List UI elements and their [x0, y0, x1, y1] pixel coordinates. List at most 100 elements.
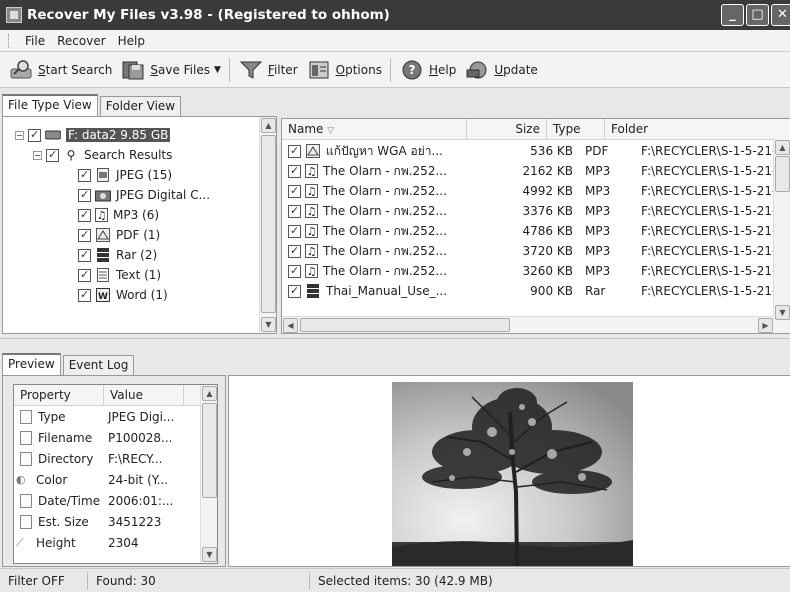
tree-item-text[interactable]: Text (1)	[3, 265, 259, 285]
tree-item-label: Text (1)	[116, 268, 162, 282]
minimize-button[interactable]: _	[721, 4, 744, 26]
scroll-down-icon[interactable]: ▼	[202, 547, 217, 562]
file-row[interactable]: ♫ The Olarn - กพ.252... 3376 KB MP3 F:\RE…	[282, 201, 790, 221]
row-checkbox[interactable]	[288, 184, 301, 198]
save-files-button[interactable]: Save Files ▼	[116, 54, 225, 86]
file-row[interactable]: ♫ The Olarn - กพ.252... 4786 KB MP3 F:\RE…	[282, 221, 790, 241]
tree-checkbox[interactable]	[78, 168, 91, 182]
tree-checkbox[interactable]	[46, 148, 59, 162]
file-folder: F:\RECYCLER\S-1-5-21-1	[641, 164, 788, 178]
scroll-up-icon[interactable]: ▲	[775, 140, 790, 155]
properties-header: Property Value	[14, 385, 217, 406]
help-button[interactable]: ? Help	[395, 54, 460, 86]
tree-checkbox[interactable]	[78, 268, 91, 282]
row-checkbox[interactable]	[288, 144, 301, 158]
tree-checkbox[interactable]	[28, 128, 41, 142]
scroll-thumb[interactable]	[261, 135, 276, 313]
property-row[interactable]: Date/Time 2006:01:...	[14, 490, 217, 511]
column-header-value[interactable]: Value	[104, 385, 184, 405]
pane-splitter[interactable]	[0, 338, 790, 346]
start-search-button[interactable]: Start Search	[4, 54, 116, 86]
column-header-size[interactable]: Size	[467, 119, 547, 139]
tree-checkbox[interactable]	[78, 248, 91, 262]
file-row[interactable]: แก้ปัญหา WGA อย่า... 536 KB PDF F:\RECYC…	[282, 141, 790, 161]
maximize-button[interactable]: □	[746, 4, 769, 26]
row-checkbox[interactable]	[288, 224, 301, 238]
collapse-icon[interactable]: −	[33, 150, 42, 160]
row-checkbox[interactable]	[288, 284, 301, 298]
tree-item-pdf[interactable]: PDF (1)	[3, 225, 259, 245]
collapse-icon[interactable]: −	[15, 130, 24, 140]
column-header-folder[interactable]: Folder	[605, 119, 790, 139]
tree-item-word[interactable]: W Word (1)	[3, 285, 259, 305]
tree-item-jpeg[interactable]: JPEG (15)	[3, 165, 259, 185]
tree-label-search-results: Search Results	[84, 148, 173, 162]
scroll-up-icon[interactable]: ▲	[202, 386, 217, 401]
scroll-down-icon[interactable]: ▼	[261, 317, 276, 332]
filter-button[interactable]: Filter	[234, 54, 302, 86]
tab-preview[interactable]: Preview	[2, 353, 61, 375]
scroll-thumb[interactable]	[300, 318, 510, 332]
menu-recover[interactable]: Recover	[51, 34, 112, 48]
file-size: 900 KB	[530, 284, 573, 298]
property-row[interactable]: Filename P100028...	[14, 427, 217, 448]
close-button[interactable]: ✕	[771, 4, 790, 26]
tree-item-jpeg-digital[interactable]: JPEG Digital C...	[3, 185, 259, 205]
tree-vertical-scrollbar[interactable]: ▲ ▼	[259, 117, 276, 333]
file-row[interactable]: ♫ The Olarn - กพ.252... 3720 KB MP3 F:\RE…	[282, 241, 790, 261]
menu-file[interactable]: File	[19, 34, 51, 48]
tree-item-mp3[interactable]: ♫ MP3 (6)	[3, 205, 259, 225]
scroll-left-icon[interactable]: ◀	[283, 318, 298, 333]
file-type: Rar	[585, 284, 606, 298]
save-files-icon	[120, 58, 146, 82]
column-header-type[interactable]: Type	[547, 119, 605, 139]
scroll-right-icon[interactable]: ▶	[758, 318, 773, 333]
row-checkbox[interactable]	[288, 204, 301, 218]
file-size: 2162 KB	[522, 164, 573, 178]
file-name: แก้ปัญหา WGA อย่า...	[326, 143, 443, 158]
properties-vertical-scrollbar[interactable]: ▲ ▼	[200, 385, 217, 563]
column-header-property[interactable]: Property	[14, 385, 104, 405]
music-note-icon: ♫	[305, 184, 318, 198]
tree-checkbox[interactable]	[78, 208, 91, 222]
tree-checkbox[interactable]	[78, 288, 91, 302]
property-row[interactable]: Directory F:\RECY...	[14, 448, 217, 469]
music-note-icon: ♫	[305, 204, 318, 218]
file-size: 4992 KB	[522, 184, 573, 198]
tab-event-log[interactable]: Event Log	[62, 355, 135, 375]
property-row[interactable]: Est. Size 3451223	[14, 511, 217, 532]
scroll-thumb[interactable]	[202, 403, 217, 498]
property-key: Date/Time	[38, 493, 101, 508]
property-row[interactable]: Type JPEG Digi...	[14, 406, 217, 427]
row-checkbox[interactable]	[288, 264, 301, 278]
left-view-tabs: File Type View Folder View	[2, 94, 183, 116]
row-checkbox[interactable]	[288, 164, 301, 178]
scroll-thumb[interactable]	[775, 156, 790, 192]
tab-folder-view[interactable]: Folder View	[99, 96, 182, 116]
file-list-horizontal-scrollbar[interactable]: ◀ ▶	[282, 316, 774, 333]
file-list-vertical-scrollbar[interactable]: ▲ ▼	[773, 139, 790, 333]
property-row[interactable]: ⟋ Height 2304	[14, 532, 217, 553]
help-label: Help	[428, 62, 457, 77]
tab-file-type-view[interactable]: File Type View	[2, 94, 98, 116]
tree-item-drive[interactable]: − F: data2 9.85 GB	[3, 125, 259, 145]
menu-help[interactable]: Help	[112, 34, 151, 48]
property-value: 3451223	[108, 514, 162, 529]
chevron-down-icon[interactable]: ▼	[214, 65, 221, 75]
file-row[interactable]: Thai_Manual_Use_... 900 KB Rar F:\RECYCL…	[282, 281, 790, 301]
scroll-up-icon[interactable]: ▲	[261, 118, 276, 133]
tree-checkbox[interactable]	[78, 188, 91, 202]
update-button[interactable]: Update	[460, 54, 541, 86]
row-checkbox[interactable]	[288, 244, 301, 258]
file-row[interactable]: ♫ The Olarn - กพ.252... 2162 KB MP3 F:\RE…	[282, 161, 790, 181]
column-header-name[interactable]: Name ▽	[282, 119, 467, 139]
scroll-down-icon[interactable]: ▼	[775, 305, 790, 320]
tree-item-search-results[interactable]: − ⚲ Search Results	[3, 145, 259, 165]
tree-item-rar[interactable]: Rar (2)	[3, 245, 259, 265]
file-row[interactable]: ♫ The Olarn - กพ.252... 3260 KB MP3 F:\RE…	[282, 261, 790, 281]
file-row[interactable]: ♫ The Olarn - กพ.252... 4992 KB MP3 F:\RE…	[282, 181, 790, 201]
tree-checkbox[interactable]	[78, 228, 91, 242]
file-folder: F:\RECYCLER\S-1-5-21-1	[641, 224, 788, 238]
options-button[interactable]: Options	[302, 54, 386, 86]
property-row[interactable]: ◐ Color 24-bit (Y...	[14, 469, 217, 490]
